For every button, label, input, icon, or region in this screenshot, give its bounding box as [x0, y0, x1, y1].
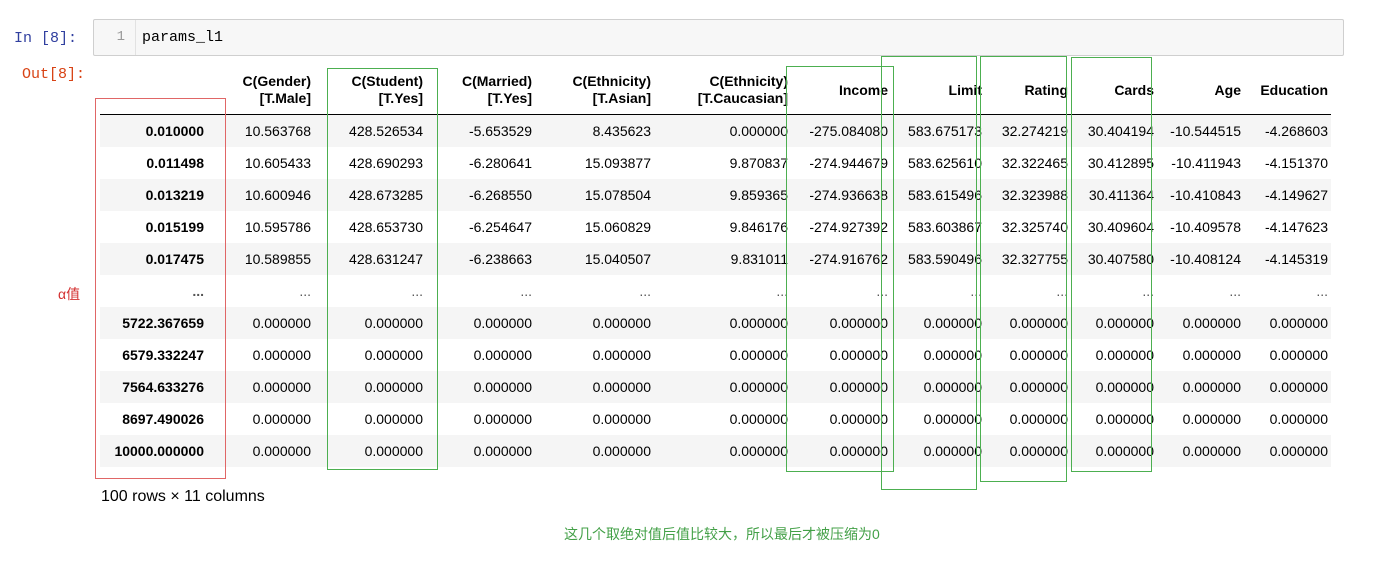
column-header-line: [T.Caucasian]	[697, 90, 788, 106]
table-cell: 15.078504	[584, 186, 651, 203]
annotation-note: 这几个取绝对值后值比较大，所以最后才被压缩为0	[564, 526, 880, 542]
table-cell: 0.000000	[592, 378, 651, 395]
table-cell: 0.000000	[1182, 442, 1241, 459]
table-cell: 0.000000	[1269, 314, 1328, 331]
column-header-line: Age	[1214, 81, 1241, 98]
table-cell: 0.000000	[729, 410, 788, 427]
table-cell: 9.859365	[729, 186, 788, 203]
table-cell: ...	[639, 282, 651, 299]
cards-column-highlight-box	[1071, 57, 1152, 472]
code-text[interactable]: params_l1	[142, 20, 223, 55]
table-cell: 0.000000	[473, 442, 532, 459]
column-header: C(Ethnicity) [T.Asian]	[535, 66, 654, 115]
column-header-line: [T.Yes]	[487, 90, 532, 106]
table-cell: 0.000000	[1182, 410, 1241, 427]
column-header-line: C(Gender)	[242, 73, 311, 89]
column-header-line: [T.Male]	[259, 90, 311, 106]
table-cell: -5.653529	[468, 122, 532, 139]
table-cell: 0.000000	[729, 314, 788, 331]
column-header: Age	[1157, 66, 1244, 115]
table-cell: -4.268603	[1264, 122, 1328, 139]
table-cell: 0.000000	[1182, 314, 1241, 331]
table-cell: 9.831011	[730, 250, 788, 267]
table-cell: 0.000000	[473, 346, 532, 363]
column-header: Education	[1244, 66, 1331, 115]
table-cell: 8.435623	[592, 122, 651, 139]
table-cell: -6.238663	[468, 250, 532, 267]
table-cell: -6.254647	[468, 218, 532, 235]
table-cell: -6.280641	[468, 154, 532, 171]
table-cell: 0.000000	[729, 442, 788, 459]
table-cell: 0.000000	[592, 314, 651, 331]
table-cell: 0.000000	[1269, 442, 1328, 459]
table-cell: -10.408124	[1170, 250, 1241, 267]
rating-column-highlight-box	[980, 56, 1067, 482]
table-cell: -10.544515	[1170, 122, 1241, 139]
column-header-line: C(Ethnicity)	[572, 73, 651, 89]
alpha-annotation-label: α值	[58, 286, 81, 302]
table-cell: 0.000000	[592, 410, 651, 427]
table-cell: 0.000000	[729, 378, 788, 395]
student-column-highlight-box	[327, 68, 438, 470]
code-input-cell[interactable]: 1 params_l1	[93, 19, 1344, 56]
row-count-summary: 100 rows × 11 columns	[101, 488, 265, 505]
table-cell: ...	[776, 282, 788, 299]
table-cell: -10.410843	[1170, 186, 1241, 203]
table-cell: 0.000000	[729, 122, 788, 139]
table-cell: 0.000000	[1269, 378, 1328, 395]
column-header: C(Ethnicity) [T.Caucasian]	[654, 66, 791, 115]
column-header-line: Education	[1260, 81, 1328, 98]
limit-column-highlight-box	[881, 56, 977, 490]
table-cell: 9.846176	[729, 218, 788, 235]
alpha-index-highlight-box	[95, 98, 226, 479]
table-cell: 0.000000	[592, 442, 651, 459]
column-header-line: C(Married)	[461, 73, 532, 89]
table-cell: 0.000000	[473, 314, 532, 331]
table-cell: 0.000000	[473, 410, 532, 427]
table-cell: 0.000000	[729, 346, 788, 363]
table-cell: 0.000000	[592, 346, 651, 363]
column-header-line: [T.Asian]	[592, 90, 651, 106]
output-prompt: Out[8]:	[22, 66, 86, 83]
table-cell: 15.040507	[584, 250, 651, 267]
input-prompt: In [8]:	[14, 30, 78, 47]
table-cell: -10.409578	[1170, 218, 1241, 235]
table-cell: ...	[1316, 282, 1328, 299]
table-cell: -4.151370	[1264, 154, 1328, 171]
table-cell: ...	[1229, 282, 1241, 299]
table-cell: ...	[520, 282, 532, 299]
table-cell: -10.411943	[1171, 154, 1241, 171]
table-cell: 15.093877	[584, 154, 651, 171]
table-cell: -4.149627	[1264, 186, 1328, 203]
table-cell: 0.000000	[1182, 378, 1241, 395]
table-cell: -4.147623	[1264, 218, 1328, 235]
table-cell: 0.000000	[473, 378, 532, 395]
table-cell: 0.000000	[1269, 346, 1328, 363]
table-cell: 9.870837	[729, 154, 788, 171]
table-cell: -6.268550	[468, 186, 532, 203]
income-column-highlight-box	[786, 66, 894, 472]
table-cell: 0.000000	[1269, 410, 1328, 427]
table-cell: 15.060829	[584, 218, 651, 235]
line-number: 1	[94, 20, 136, 55]
table-cell: -4.145319	[1264, 250, 1328, 267]
column-header-line: C(Ethnicity)	[709, 73, 788, 89]
column-header: C(Married) [T.Yes]	[426, 66, 535, 115]
table-cell: 0.000000	[1182, 346, 1241, 363]
